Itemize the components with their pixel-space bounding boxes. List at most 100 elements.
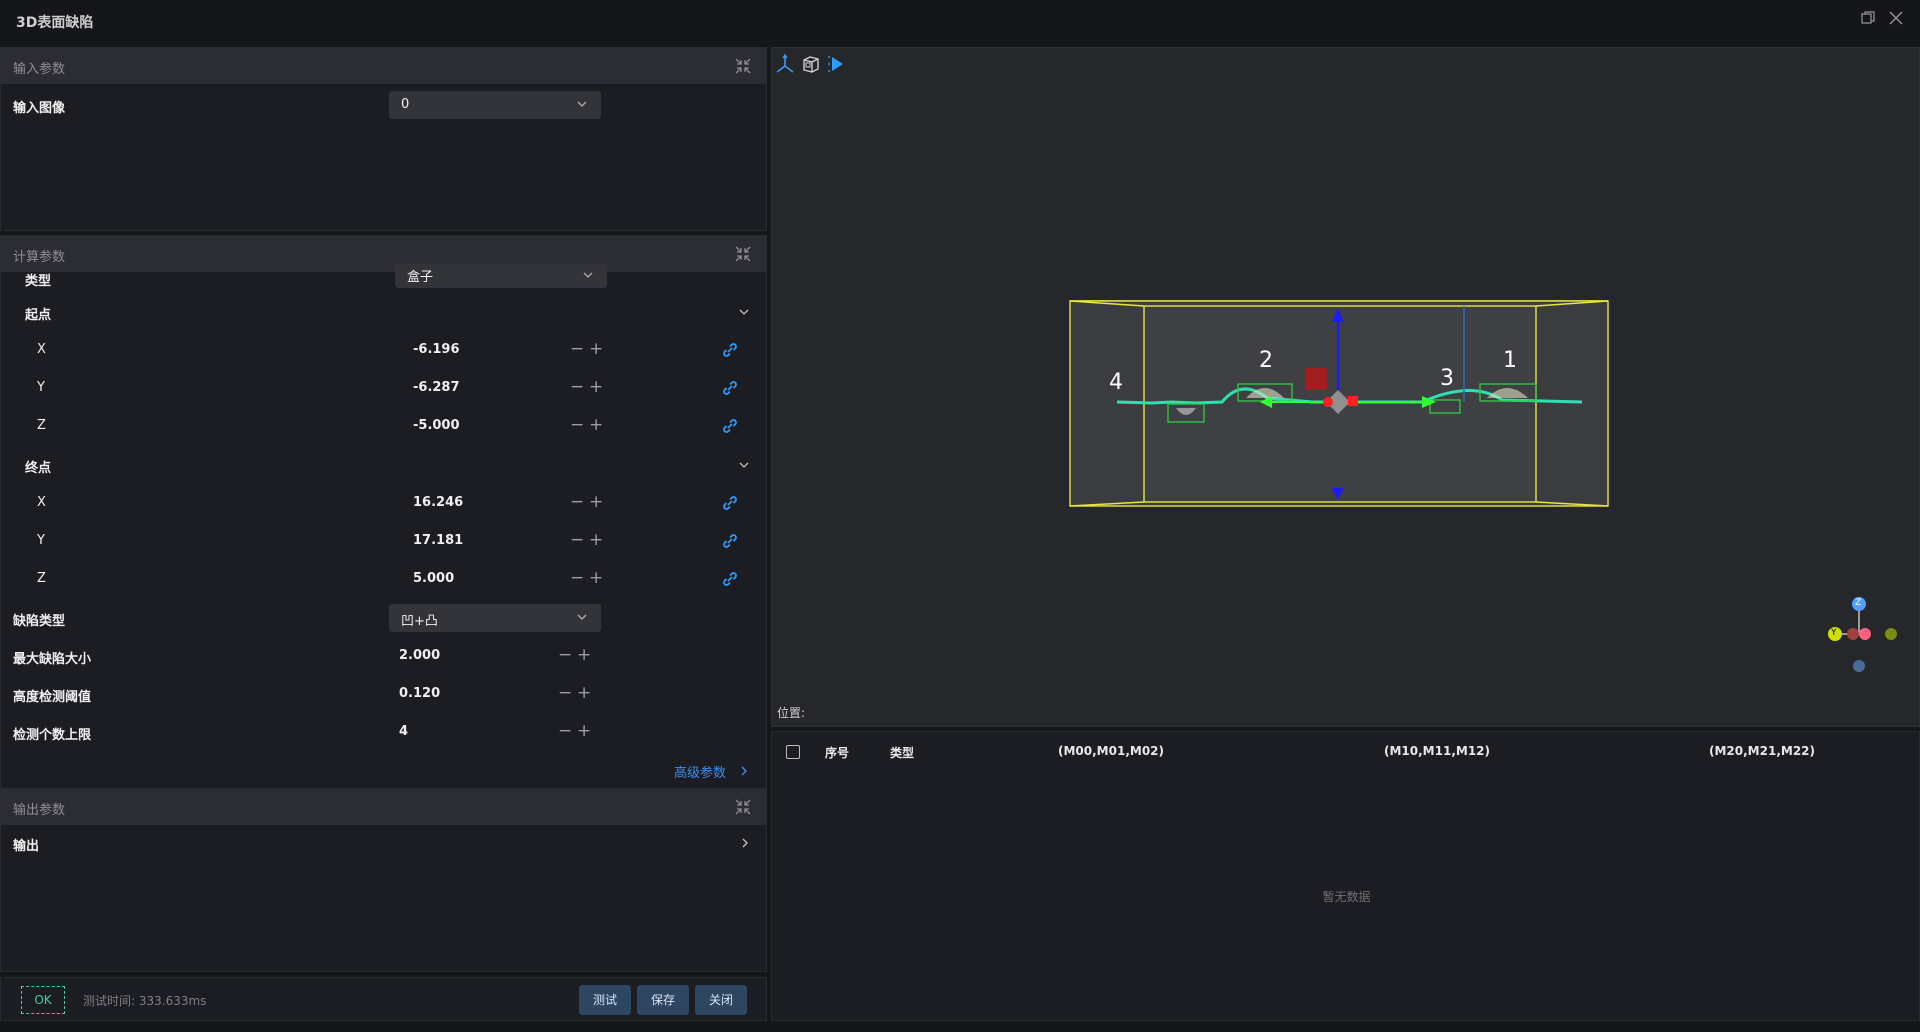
chevron-down-icon xyxy=(577,614,587,620)
start-point-group[interactable]: 起点 xyxy=(1,296,766,328)
window-title: 3D表面缺陷 xyxy=(16,15,94,31)
output-label: 输出 xyxy=(13,839,40,854)
start-x-field[interactable]: -6.196 − + xyxy=(413,336,613,364)
increment-icon[interactable]: + xyxy=(589,339,603,359)
parameter-panel: 输入参数 输入图像 0 计算参数 类型 盒子 起点 X -6.196 − + Y… xyxy=(0,47,767,973)
orientation-gizmo xyxy=(1828,597,1897,672)
save-button[interactable]: 保存 xyxy=(637,985,689,1015)
3d-scene[interactable] xyxy=(772,48,1919,688)
test-button[interactable]: 测试 xyxy=(579,985,631,1015)
decrement-icon[interactable]: − xyxy=(570,568,584,588)
input-params-header[interactable]: 输入参数 xyxy=(1,48,766,84)
column-header-index[interactable]: 序号 xyxy=(825,744,849,761)
decrement-icon[interactable]: − xyxy=(558,683,572,703)
start-x-row: X -6.196 − + xyxy=(1,334,766,366)
calc-params-header[interactable]: 计算参数 xyxy=(1,236,766,272)
column-header-m0[interactable]: (M00,M01,M02) xyxy=(1058,744,1164,758)
decrement-icon[interactable]: − xyxy=(570,339,584,359)
increment-icon[interactable]: + xyxy=(577,721,591,741)
3d-viewer[interactable]: 4 2 3 1 Z Y 位置: xyxy=(771,47,1920,727)
decrement-icon[interactable]: − xyxy=(570,492,584,512)
link-icon[interactable] xyxy=(721,532,739,550)
end-y-field[interactable]: 17.181 − + xyxy=(413,527,613,555)
output-row[interactable]: 输出 xyxy=(1,827,766,859)
chevron-right-icon[interactable] xyxy=(738,836,752,850)
input-image-select[interactable]: 0 xyxy=(389,91,601,119)
decrement-icon[interactable]: − xyxy=(570,377,584,397)
calc-params-section: 计算参数 类型 盒子 起点 X -6.196 − + Y -6.287 − + … xyxy=(0,235,767,833)
defect-type-select[interactable]: 凹+凸 xyxy=(389,604,601,632)
max-defect-label: 最大缺陷大小 xyxy=(13,652,92,667)
status-badge: OK xyxy=(21,986,65,1014)
restore-icon[interactable] xyxy=(1858,10,1878,30)
collapse-icon[interactable] xyxy=(734,245,752,263)
type-label: 类型 xyxy=(25,274,52,289)
column-header-m2[interactable]: (M20,M21,M22) xyxy=(1709,744,1815,758)
start-z-field[interactable]: -5.000 − + xyxy=(413,412,613,440)
decrement-icon[interactable]: − xyxy=(570,530,584,550)
end-y-value: 17.181 xyxy=(413,533,464,548)
defect-label: 3 xyxy=(1440,366,1454,391)
link-icon[interactable] xyxy=(721,417,739,435)
title-bar: 3D表面缺陷 xyxy=(0,0,1920,44)
end-x-field[interactable]: 16.246 − + xyxy=(413,489,613,517)
chevron-down-icon[interactable] xyxy=(737,458,751,472)
increment-icon[interactable]: + xyxy=(589,568,603,588)
chevron-down-icon[interactable] xyxy=(737,305,751,319)
height-thresh-row: 高度检测阈值 0.120 − + xyxy=(1,678,766,710)
increment-icon[interactable]: + xyxy=(589,492,603,512)
link-icon[interactable] xyxy=(721,494,739,512)
increment-icon[interactable]: + xyxy=(577,645,591,665)
increment-icon[interactable]: + xyxy=(589,415,603,435)
handle-square xyxy=(1305,368,1327,390)
max-count-field[interactable]: 4 − + xyxy=(399,718,599,746)
start-y-value: -6.287 xyxy=(413,380,460,395)
link-icon[interactable] xyxy=(721,570,739,588)
type-select[interactable]: 盒子 xyxy=(395,264,607,288)
output-params-header[interactable]: 输出参数 xyxy=(1,789,766,825)
end-z-row: Z 5.000 − + xyxy=(1,563,766,595)
decrement-icon[interactable]: − xyxy=(558,721,572,741)
column-header-type[interactable]: 类型 xyxy=(890,744,914,761)
collapse-icon[interactable] xyxy=(734,57,752,75)
link-icon[interactable] xyxy=(721,341,739,359)
calc-params-title: 计算参数 xyxy=(13,250,66,265)
end-y-label: Y xyxy=(37,533,45,548)
output-params-section: 输出参数 输出 xyxy=(0,788,767,972)
start-z-row: Z -5.000 − + xyxy=(1,410,766,442)
select-all-checkbox[interactable] xyxy=(786,745,800,759)
close-button[interactable]: 关闭 xyxy=(695,985,747,1015)
column-header-m1[interactable]: (M10,M11,M12) xyxy=(1384,744,1490,758)
increment-icon[interactable]: + xyxy=(589,530,603,550)
close-window-icon[interactable] xyxy=(1886,10,1906,30)
advanced-params-link[interactable]: 高级参数 xyxy=(674,762,726,781)
end-x-row: X 16.246 − + xyxy=(1,487,766,519)
max-defect-row: 最大缺陷大小 2.000 − + xyxy=(1,640,766,672)
height-thresh-value: 0.120 xyxy=(399,686,441,701)
test-time: 测试时间: 333.633ms xyxy=(83,994,207,1008)
link-icon[interactable] xyxy=(721,379,739,397)
end-z-label: Z xyxy=(37,571,46,586)
increment-icon[interactable]: + xyxy=(589,377,603,397)
defect-label: 1 xyxy=(1503,348,1517,373)
increment-icon[interactable]: + xyxy=(577,683,591,703)
end-x-value: 16.246 xyxy=(413,495,464,510)
start-y-row: Y -6.287 − + xyxy=(1,372,766,404)
start-y-field[interactable]: -6.287 − + xyxy=(413,374,613,402)
decrement-icon[interactable]: − xyxy=(558,645,572,665)
end-point-group[interactable]: 终点 xyxy=(1,449,766,481)
chevron-down-icon xyxy=(577,101,587,107)
collapse-icon[interactable] xyxy=(734,798,752,816)
max-defect-field[interactable]: 2.000 − + xyxy=(399,642,599,670)
height-thresh-field[interactable]: 0.120 − + xyxy=(399,680,599,708)
defect-label: 2 xyxy=(1259,348,1273,373)
type-value: 盒子 xyxy=(407,270,434,285)
max-defect-value: 2.000 xyxy=(399,648,441,663)
chevron-down-icon xyxy=(583,272,593,278)
end-x-label: X xyxy=(37,495,46,510)
chevron-right-icon[interactable] xyxy=(737,764,751,778)
decrement-icon[interactable]: − xyxy=(570,415,584,435)
end-z-field[interactable]: 5.000 − + xyxy=(413,565,613,593)
max-count-value: 4 xyxy=(399,724,409,739)
start-z-label: Z xyxy=(37,418,46,433)
